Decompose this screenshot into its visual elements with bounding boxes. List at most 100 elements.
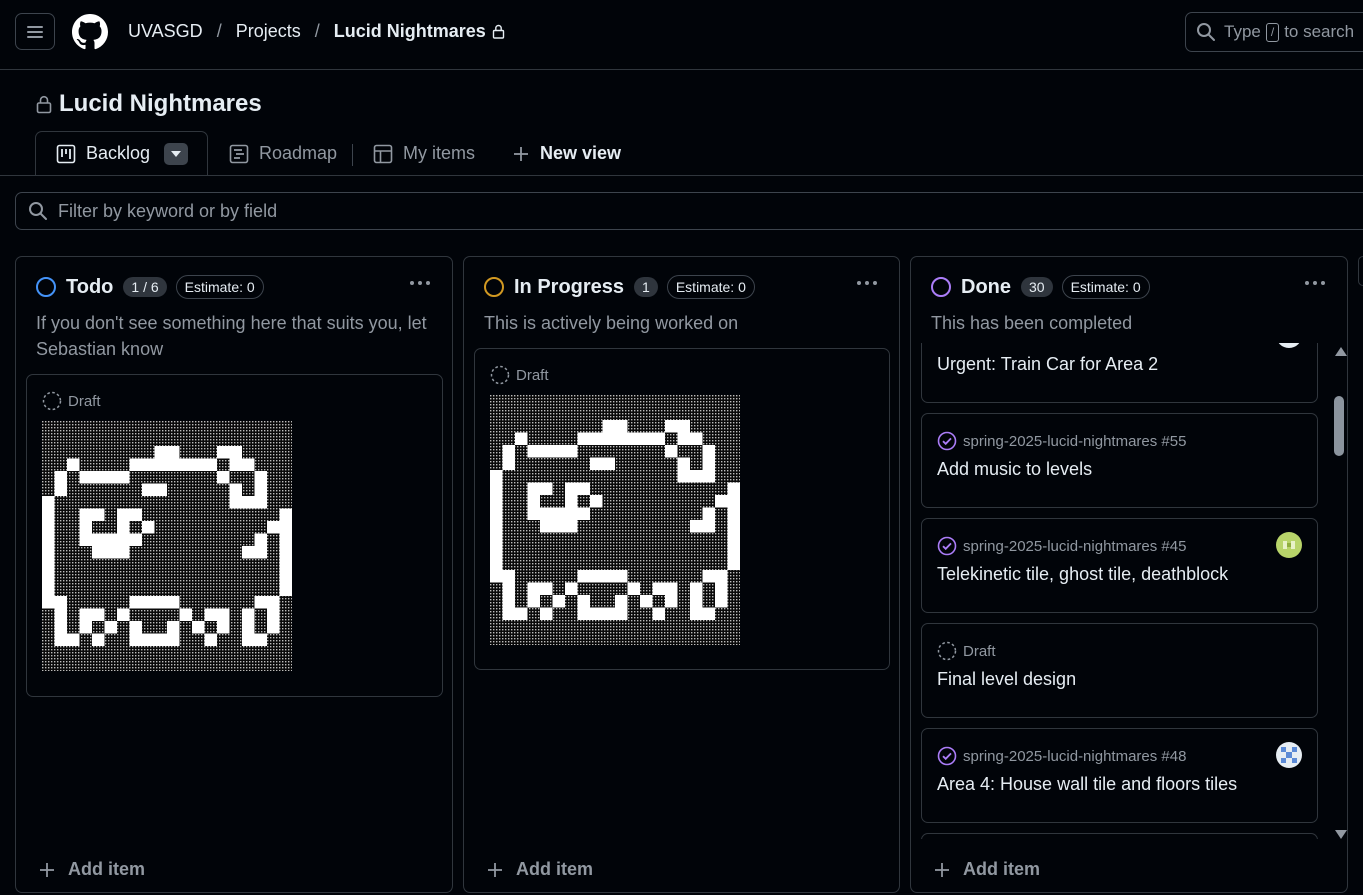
pixel xyxy=(502,570,515,583)
pixel xyxy=(602,607,615,620)
board-card[interactable]: Draft xyxy=(474,348,890,670)
card-title[interactable]: Area 4: House wall tile and floors tiles xyxy=(937,774,1237,795)
column-menu-button[interactable] xyxy=(857,281,877,285)
card-list[interactable]: Urgent: Train Car for Area 2 spring-2025… xyxy=(911,343,1337,839)
pixel xyxy=(129,621,142,634)
breadcrumb-project[interactable]: Lucid Nightmares xyxy=(334,21,486,42)
tab-roadmap[interactable]: Roadmap xyxy=(229,131,337,176)
pixel xyxy=(42,571,55,584)
card-repo-ref[interactable]: spring-2025-lucid-nightmares #45 xyxy=(963,538,1186,555)
pixel xyxy=(602,420,615,433)
breadcrumb-projects[interactable]: Projects xyxy=(236,21,301,42)
pixel xyxy=(715,582,728,595)
pixel xyxy=(154,483,167,496)
column-menu-button[interactable] xyxy=(1305,281,1325,285)
page-title: Lucid Nightmares xyxy=(36,90,262,118)
avatar[interactable] xyxy=(1276,343,1302,348)
pixel xyxy=(690,582,703,595)
scroll-down-arrow-icon[interactable] xyxy=(1335,830,1347,839)
column-done: Done 30 Estimate: 0 This has been comple… xyxy=(910,256,1348,893)
next-column-edge xyxy=(1358,256,1363,286)
menu-button[interactable] xyxy=(15,13,55,50)
pixel xyxy=(117,608,130,621)
estimate-badge: Estimate: 0 xyxy=(175,275,264,299)
add-item-button[interactable]: Add item xyxy=(38,859,145,880)
pixel xyxy=(715,570,728,583)
pixel xyxy=(42,596,55,609)
board-card[interactable]: spring-2025-lucid-nightmares #45 Telekin… xyxy=(921,518,1318,613)
pixel xyxy=(577,595,590,608)
avatar[interactable] xyxy=(1276,742,1302,768)
pixel xyxy=(42,496,55,509)
scroll-up-arrow-icon[interactable] xyxy=(1335,347,1347,356)
global-search[interactable]: Type / to search xyxy=(1185,12,1363,52)
breadcrumb-separator: / xyxy=(216,21,222,41)
card-repo-ref[interactable]: spring-2025-lucid-nightmares #55 xyxy=(963,433,1186,450)
card-repo-ref[interactable]: spring-2025-lucid-nightmares #48 xyxy=(963,748,1186,765)
add-item-button[interactable]: Add item xyxy=(933,859,1040,880)
card-type: Draft xyxy=(68,392,101,410)
pixel xyxy=(702,607,715,620)
pixel xyxy=(677,420,690,433)
pixel xyxy=(490,507,503,520)
pixel xyxy=(104,546,117,559)
pixel xyxy=(640,432,653,445)
card-title[interactable]: Telekinetic tile, ghost tile, deathblock xyxy=(937,564,1228,585)
card-meta: spring-2025-lucid-nightmares #45 xyxy=(937,536,1186,556)
pixel xyxy=(540,607,553,620)
column-description: This has been completed xyxy=(931,313,1133,333)
pixel xyxy=(104,621,117,634)
pixel xyxy=(92,633,105,646)
pixel xyxy=(565,495,578,508)
filter-input[interactable]: Filter by keyword or by field xyxy=(15,192,1363,230)
board-card[interactable]: Draft Final level design xyxy=(921,623,1318,718)
pixel xyxy=(615,432,628,445)
triangle-down-icon xyxy=(171,150,182,157)
pixel xyxy=(204,608,217,621)
pixel xyxy=(79,533,92,546)
pixel xyxy=(167,633,180,646)
pixel xyxy=(129,533,142,546)
board-card[interactable] xyxy=(921,833,1318,839)
tab-label: New view xyxy=(540,143,622,163)
plus-icon xyxy=(512,145,530,163)
github-logo-icon[interactable] xyxy=(72,14,108,50)
board-card[interactable]: spring-2025-lucid-nightmares #55 Add mus… xyxy=(921,413,1318,508)
tab-backlog[interactable]: Backlog xyxy=(35,131,208,176)
card-type: Draft xyxy=(516,366,549,384)
new-view-button[interactable]: New view xyxy=(512,131,621,176)
add-item-button[interactable]: Add item xyxy=(486,859,593,880)
pixel xyxy=(167,596,180,609)
column-menu-button[interactable] xyxy=(410,281,430,285)
pixel xyxy=(92,608,105,621)
search-shortcut-key: / xyxy=(1265,22,1280,42)
card-title[interactable]: Final level design xyxy=(937,669,1076,690)
board-card[interactable]: spring-2025-lucid-nightmares #48 Area 4:… xyxy=(921,728,1318,823)
pixel xyxy=(117,533,130,546)
breadcrumb-org[interactable]: UVASGD xyxy=(128,21,203,42)
board-card[interactable]: Urgent: Train Car for Area 2 xyxy=(921,343,1318,403)
pixel xyxy=(552,595,565,608)
scroll-thumb[interactable] xyxy=(1334,396,1344,456)
avatar[interactable] xyxy=(1276,532,1302,558)
card-title[interactable]: Add music to levels xyxy=(937,459,1092,480)
pixel xyxy=(79,608,92,621)
tab-my-items[interactable]: My items xyxy=(373,131,475,176)
pixel xyxy=(267,621,280,634)
pixel xyxy=(552,507,565,520)
pixel xyxy=(54,608,67,621)
column-scrollbar[interactable] xyxy=(1331,343,1348,843)
plus-icon xyxy=(933,861,951,879)
breadcrumb-separator: / xyxy=(314,21,320,41)
pixel xyxy=(702,470,715,483)
pixel xyxy=(565,582,578,595)
card-title[interactable]: Urgent: Train Car for Area 2 xyxy=(937,354,1158,375)
pixel xyxy=(267,596,280,609)
pixel xyxy=(490,545,503,558)
pixel xyxy=(577,432,590,445)
search-prefix: Type xyxy=(1224,22,1261,41)
pixel xyxy=(715,595,728,608)
pixel xyxy=(54,471,67,484)
board-card[interactable]: Draft xyxy=(26,374,443,697)
view-options-button[interactable] xyxy=(164,142,189,165)
